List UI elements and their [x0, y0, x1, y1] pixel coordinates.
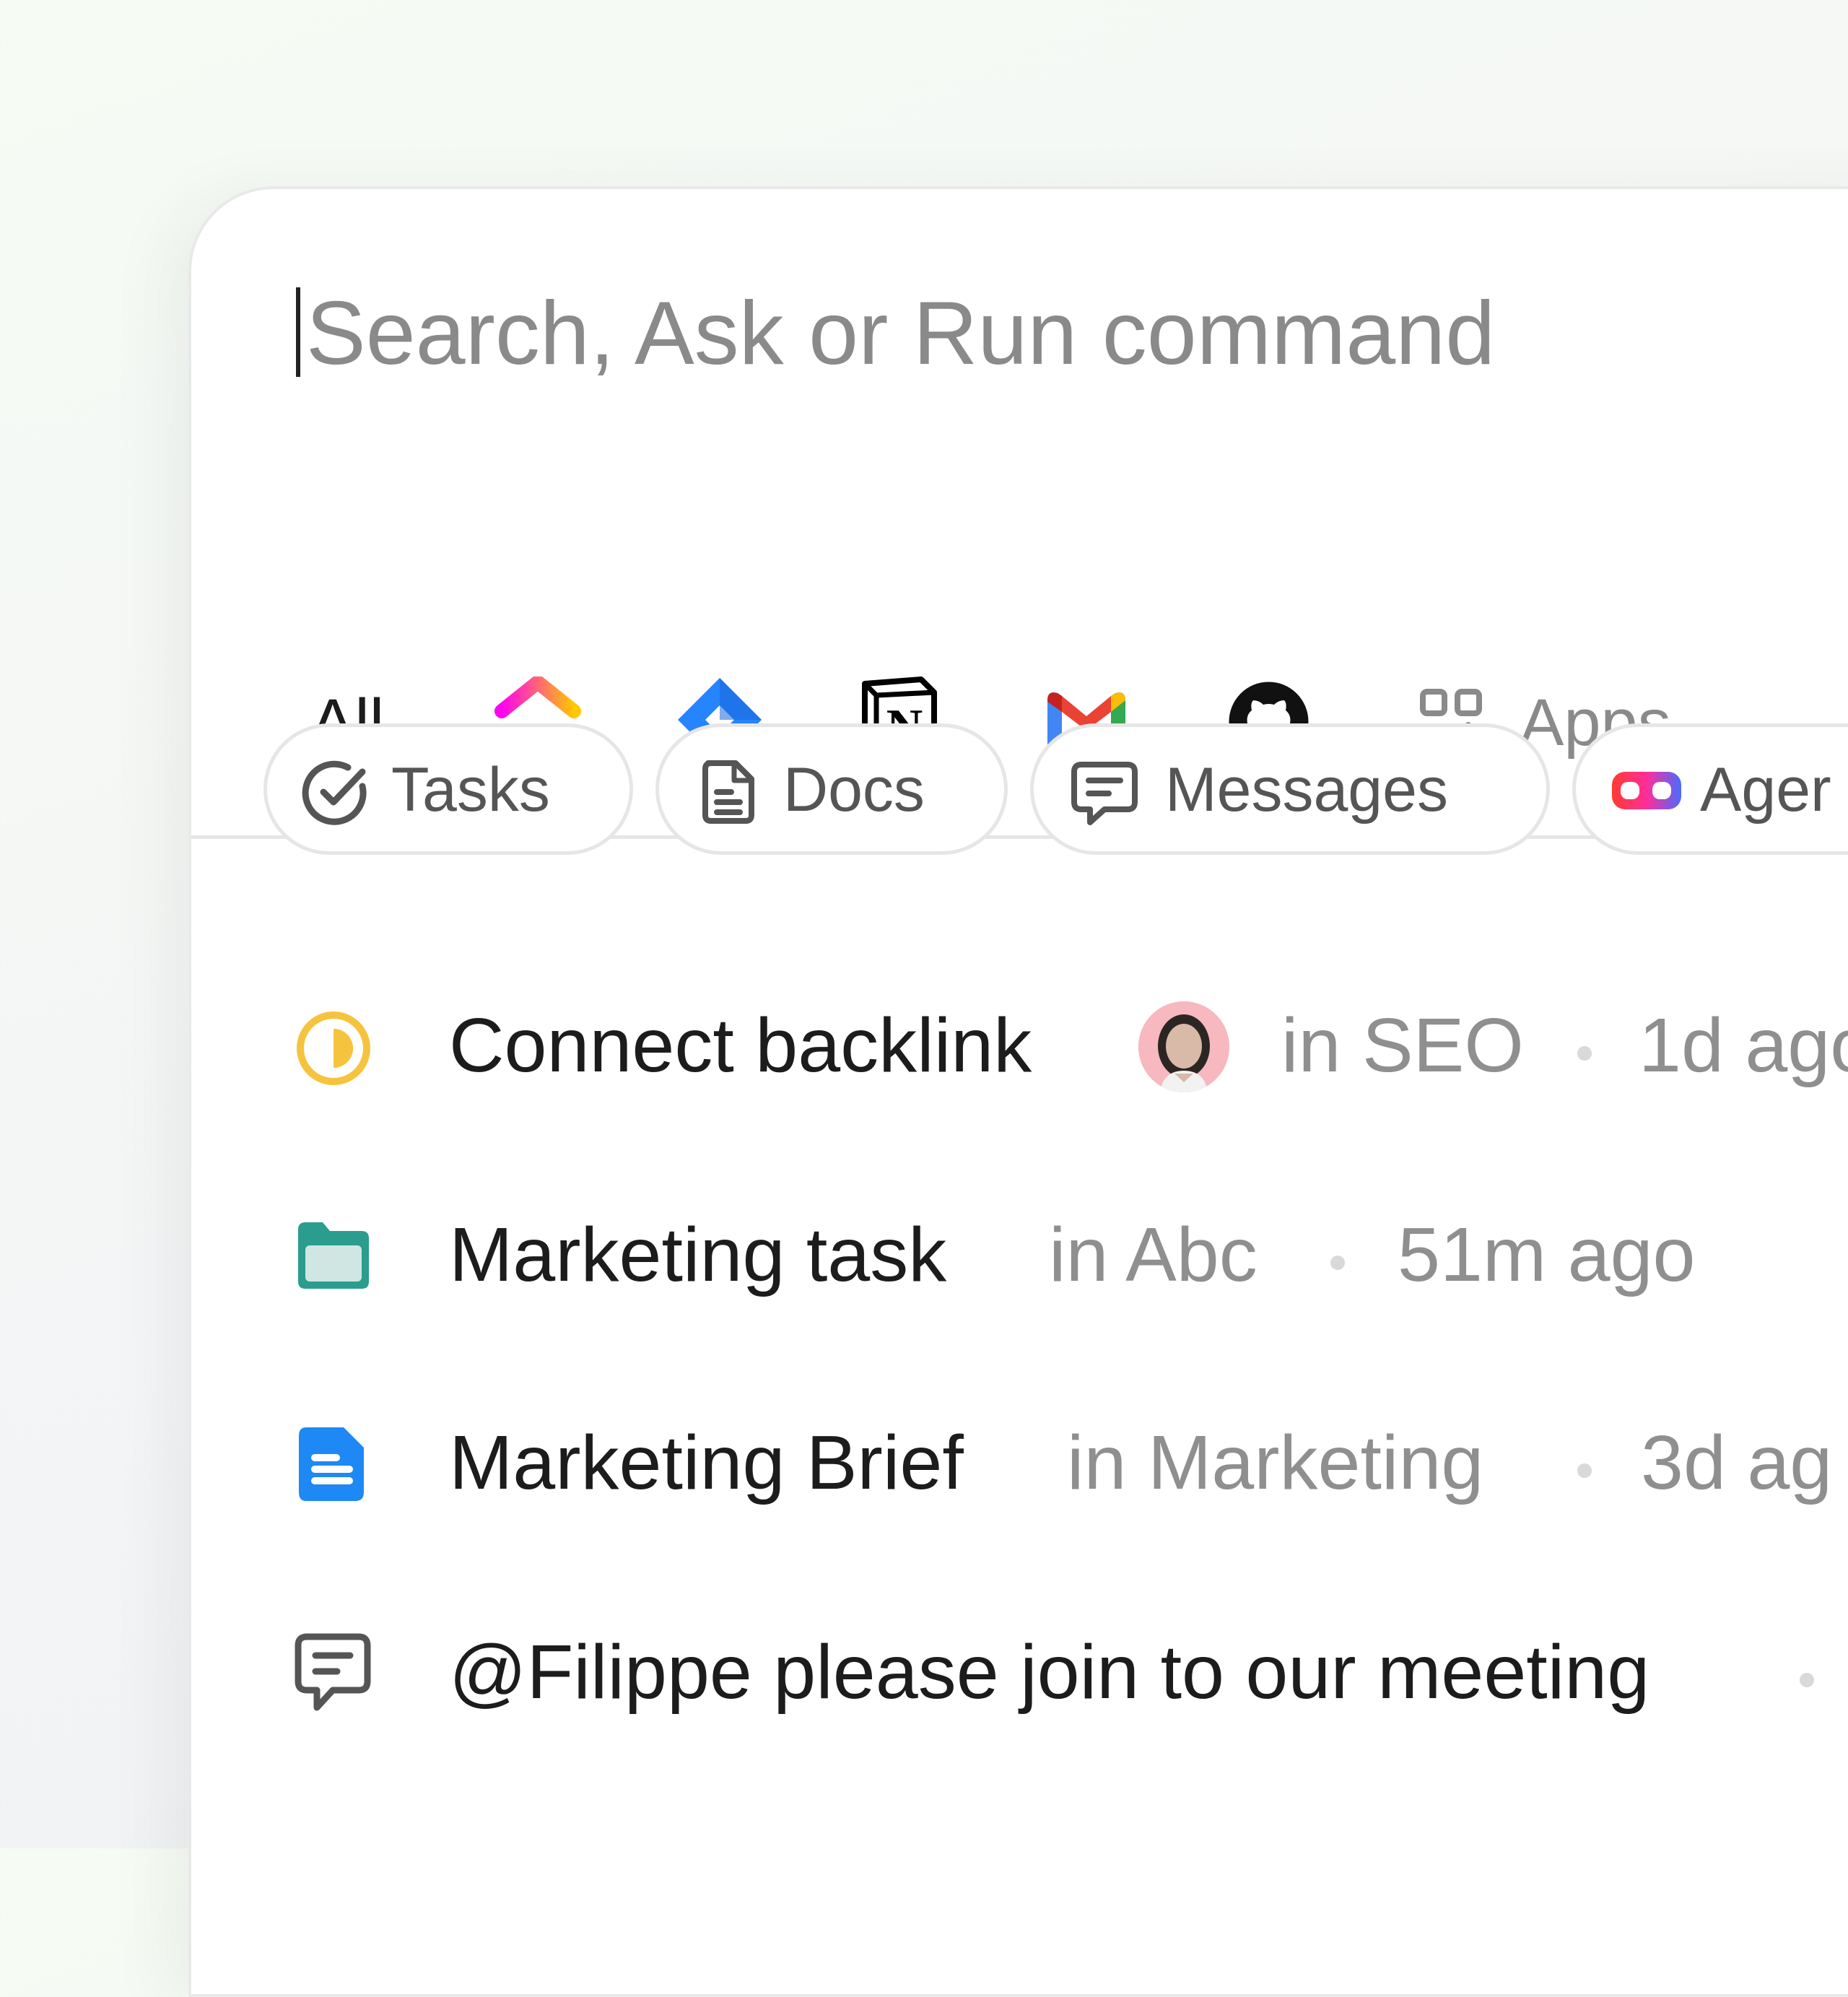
result-location: in Marketing [1067, 1420, 1484, 1505]
filter-chip-label: Tasks [391, 755, 550, 825]
message-icon [1071, 762, 1138, 825]
result-title: Marketing Brief [449, 1420, 964, 1505]
result-title: Marketing task [449, 1212, 947, 1297]
result-item-connect-backlink[interactable]: Connect backlink in SEO 1d ago [191, 987, 1848, 1110]
separator-dot [1577, 1463, 1592, 1478]
result-location: in SEO [1281, 1003, 1524, 1088]
doc-icon [299, 1427, 364, 1501]
filter-chip-messages[interactable]: Messages [1030, 723, 1550, 855]
agent-goggles-icon [1612, 772, 1681, 809]
filter-chip-label: Messages [1165, 755, 1448, 825]
search-input[interactable] [306, 276, 1750, 391]
result-time: 51m ago [1398, 1212, 1696, 1297]
result-title: Connect backlink [449, 1003, 1032, 1088]
result-location: in Abc [1049, 1212, 1258, 1297]
result-time: 1d ago [1639, 1003, 1848, 1088]
avatar-image [1138, 1001, 1229, 1092]
result-title: @Filippe please join to our meeting [449, 1630, 1650, 1715]
filter-chip-tasks[interactable]: Tasks [263, 723, 633, 855]
filter-chip-label: Docs [783, 755, 925, 825]
result-item-marketing-brief[interactable]: Marketing Brief in Marketing 3d ag [191, 1404, 1848, 1527]
folder-icon [298, 1222, 369, 1289]
text-caret [296, 287, 300, 377]
check-circle-icon [302, 760, 367, 825]
result-time: 3d ag [1641, 1420, 1833, 1505]
result-item-marketing-task[interactable]: Marketing task in Abc 51m ago [191, 1196, 1848, 1319]
filter-chip-docs[interactable]: Docs [655, 723, 1008, 855]
result-item-meeting-message[interactable]: @Filippe please join to our meeting [191, 1614, 1848, 1736]
separator-dot [1577, 1046, 1592, 1061]
command-palette: All [188, 186, 1848, 1997]
in-progress-status-icon [297, 1011, 370, 1085]
filter-chip-agents[interactable]: Ager [1572, 723, 1848, 855]
filter-chip-label: Ager [1700, 755, 1831, 825]
document-icon [702, 760, 754, 824]
message-icon [295, 1633, 371, 1711]
avatar [1138, 1001, 1229, 1092]
separator-dot [1800, 1673, 1814, 1687]
search-bar[interactable] [296, 276, 1750, 391]
separator-dot [1330, 1256, 1345, 1270]
